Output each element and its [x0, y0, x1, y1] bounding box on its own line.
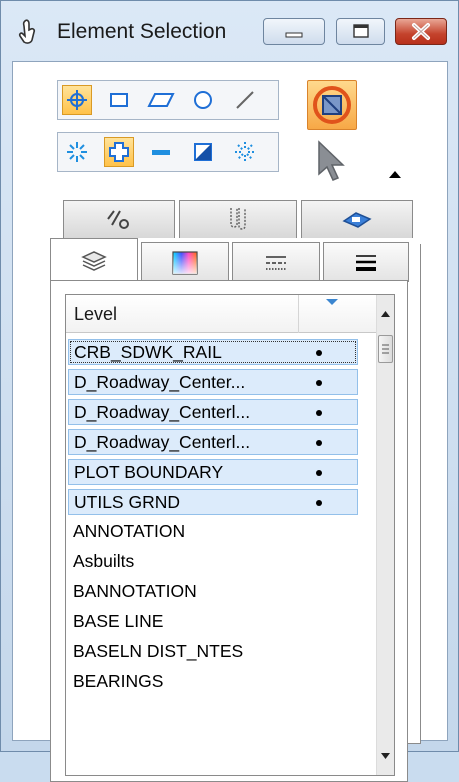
list-item[interactable]: BASE LINE	[68, 609, 358, 635]
pointer-cursor-icon[interactable]	[313, 140, 353, 184]
selection-mode-icon	[313, 86, 351, 124]
selected-dot-icon	[316, 440, 322, 446]
level-name: PLOT BOUNDARY	[74, 462, 224, 482]
clear-sparkle-icon	[235, 142, 255, 162]
list-item[interactable]: CRB_SDWK_RAIL	[68, 339, 358, 365]
triangle-up-icon[interactable]	[387, 168, 403, 180]
line-icon	[236, 91, 254, 109]
individual-crosshair-icon	[67, 90, 87, 110]
close-button[interactable]	[395, 18, 447, 45]
level-name: BASE LINE	[73, 611, 164, 631]
shape-icon	[147, 93, 175, 107]
level-column-label: Level	[74, 304, 118, 324]
dialog-body: Level CRB_SDWK_RAIL D_Roadway_Center... D_…	[12, 61, 448, 782]
tab-levels[interactable]	[50, 238, 138, 282]
level-name: BANNOTATION	[73, 581, 197, 601]
header-divider	[298, 295, 299, 333]
minimize-button[interactable]	[263, 18, 325, 45]
title-bar[interactable]: Element Selection	[1, 1, 459, 59]
list-item[interactable]: BANNOTATION	[68, 579, 358, 605]
maximize-icon	[353, 24, 369, 38]
grip-icon	[382, 344, 389, 354]
level-column-header[interactable]: Level	[66, 295, 377, 333]
level-name: BASELN DIST_NTES	[73, 641, 244, 661]
subtract-icon	[152, 150, 170, 155]
block-button[interactable]	[104, 85, 134, 115]
list-item[interactable]: D_Roadway_Centerl...	[68, 399, 358, 425]
list-item[interactable]: D_Roadway_Centerl...	[68, 429, 358, 455]
new-button[interactable]	[62, 137, 92, 167]
clear-button[interactable]	[230, 137, 260, 167]
new-sparkle-icon	[67, 142, 87, 162]
minimize-icon	[285, 32, 303, 38]
level-name: CRB_SDWK_RAIL	[74, 342, 222, 362]
line-style-dash-icon	[266, 255, 286, 270]
shape-button[interactable]	[146, 85, 176, 115]
tab-color[interactable]	[141, 242, 229, 282]
levels-icon	[81, 250, 107, 271]
window-title: Element Selection	[57, 20, 227, 43]
list-item[interactable]: UTILS GRND	[68, 489, 358, 515]
tab-class[interactable]	[301, 200, 413, 238]
scroll-thumb[interactable]	[378, 335, 393, 363]
scroll-down-button[interactable]	[377, 737, 394, 775]
scroll-up-button[interactable]	[377, 295, 394, 333]
circle-icon	[194, 91, 212, 109]
chevron-down-icon	[381, 753, 390, 759]
class-icon	[342, 211, 372, 228]
vertical-scrollbar[interactable]	[376, 295, 394, 775]
level-name: Asbuilts	[73, 551, 135, 571]
level-name: BEARINGS	[73, 671, 164, 691]
tab-line-style-dash[interactable]	[232, 242, 320, 282]
level-name: D_Roadway_Centerl...	[74, 432, 251, 452]
list-item[interactable]: Asbuilts	[68, 549, 358, 575]
line-style-icon	[107, 209, 129, 229]
selection-method-big-button[interactable]	[307, 80, 357, 130]
line-weight-icon	[356, 254, 376, 271]
cursor-hand-icon	[18, 19, 36, 44]
list-item[interactable]: BASELN DIST_NTES	[68, 639, 358, 665]
weight-icon	[230, 207, 246, 230]
subtract-button[interactable]	[146, 137, 176, 167]
tab-weight[interactable]	[179, 200, 297, 238]
level-name: UTILS GRND	[74, 492, 180, 512]
invert-button[interactable]	[188, 137, 218, 167]
individual-button[interactable]	[62, 85, 92, 115]
selected-dot-icon	[316, 380, 322, 386]
add-icon	[109, 142, 129, 162]
tab-line-weight[interactable]	[323, 242, 409, 282]
invert-icon	[194, 143, 212, 161]
selection-method-toolbar	[57, 80, 279, 120]
sort-arrow-icon[interactable]	[326, 299, 338, 305]
level-list[interactable]: Level CRB_SDWK_RAIL D_Roadway_Center... D_…	[65, 294, 395, 776]
maximize-button[interactable]	[336, 18, 385, 45]
tab-line-style[interactable]	[63, 200, 175, 238]
selected-dot-icon	[316, 500, 322, 506]
list-item[interactable]: BEARINGS	[68, 669, 358, 695]
level-name: D_Roadway_Center...	[74, 372, 246, 392]
selected-dot-icon	[316, 350, 322, 356]
selected-dot-icon	[316, 470, 322, 476]
line-button[interactable]	[230, 85, 260, 115]
list-item[interactable]: D_Roadway_Center...	[68, 369, 358, 395]
circle-button[interactable]	[188, 85, 218, 115]
close-icon	[412, 23, 430, 40]
list-item[interactable]: PLOT BOUNDARY	[68, 459, 358, 485]
level-name: D_Roadway_Centerl...	[74, 402, 251, 422]
element-selection-window: Element Selection Level CRB_SDWK_RAIL D_…	[0, 0, 459, 782]
selected-dot-icon	[316, 410, 322, 416]
color-icon	[172, 250, 198, 275]
list-item[interactable]: ANNOTATION	[68, 519, 358, 545]
level-name: ANNOTATION	[73, 521, 186, 541]
chevron-up-icon	[381, 311, 390, 317]
selection-mode-toolbar	[57, 132, 279, 172]
block-icon	[110, 93, 128, 107]
add-button[interactable]	[104, 137, 134, 167]
